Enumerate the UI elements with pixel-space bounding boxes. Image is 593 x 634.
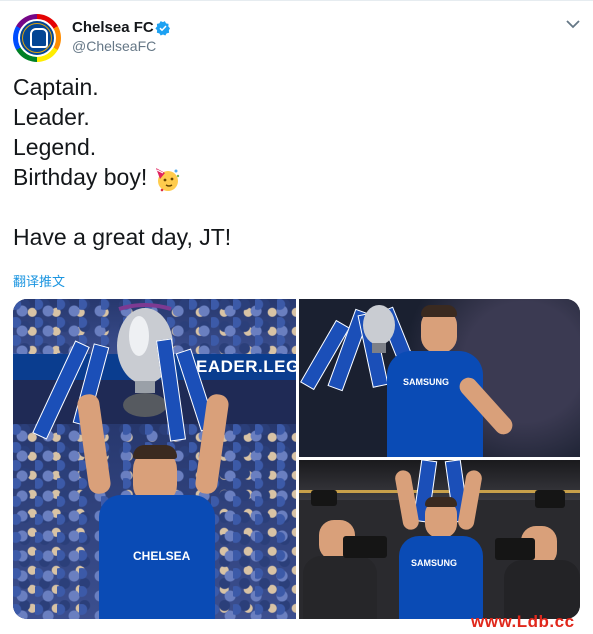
trophy-icon <box>363 305 395 353</box>
birthday-text: Birthday boy! <box>13 164 148 190</box>
display-name[interactable]: Chelsea FC <box>72 19 154 36</box>
watermark-text: www.Ldb.cc <box>471 612 575 631</box>
tweet-card: Chelsea FC @ChelseaFC Captain. Leader. L… <box>0 0 593 634</box>
translate-tweet-link[interactable]: 翻译推文 <box>13 271 65 290</box>
tweet-line-captain: Captain. <box>13 74 99 100</box>
photo-grid: EADER.LEGE CHELSEA <box>13 299 580 619</box>
tweet-text: Captain. Leader. Legend. Birthday boy! H… <box>13 72 573 252</box>
profile-avatar[interactable] <box>13 14 61 62</box>
user-handle[interactable]: @ChelseaFC <box>72 38 156 54</box>
jersey-sponsor-2: SAMSUNG <box>411 558 458 568</box>
tweet-line-legend: Legend. <box>13 134 97 160</box>
chevron-down-icon[interactable] <box>565 18 581 30</box>
tweet-line-great-day: Have a great day, JT! <box>13 224 232 250</box>
photo-press-crowd[interactable]: SAMSUNG <box>299 460 580 619</box>
photo-celebration[interactable]: SAMSUNG <box>299 299 580 457</box>
tweet-line-birthday: Birthday boy! <box>13 162 573 192</box>
photo-trophy-lift[interactable]: EADER.LEGE CHELSEA <box>13 299 296 619</box>
top-divider <box>0 0 593 1</box>
banner-text: EADER.LEGE <box>196 357 296 376</box>
chelsea-crest-icon <box>18 19 56 57</box>
partying-face-emoji-icon <box>156 167 180 192</box>
tweet-line-leader: Leader. <box>13 104 90 130</box>
verified-badge-icon <box>155 21 170 36</box>
jersey-sponsor: SAMSUNG <box>403 377 450 387</box>
